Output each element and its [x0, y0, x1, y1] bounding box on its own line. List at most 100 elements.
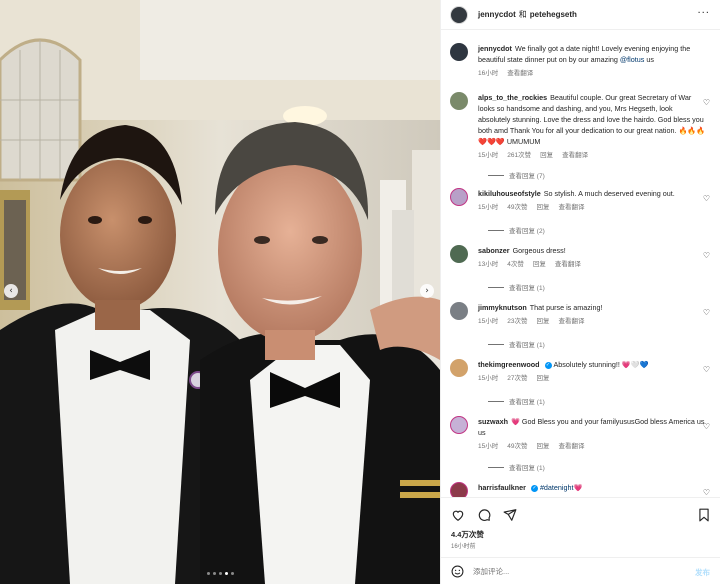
comment-username[interactable]: thekimgreenwood [478, 360, 540, 369]
reply-button[interactable]: 回复 [536, 202, 549, 213]
avatar[interactable] [450, 359, 468, 377]
comment-time: 15小时 [478, 375, 499, 382]
heart-icon[interactable]: ♡ [703, 488, 710, 497]
carousel-dots [207, 572, 234, 575]
comment-text: That purse is amazing! [529, 303, 603, 312]
translate-link[interactable]: 查看翻译 [562, 150, 588, 161]
view-replies-label[interactable]: 查看回复 (7) [509, 170, 545, 180]
comments-list[interactable]: jennycdot We finally got a date night! Lo… [441, 31, 720, 497]
post-side-panel: jennycdot 和 petehegseth ··· jennycdot We fi… [440, 0, 720, 584]
avatar[interactable] [450, 416, 468, 434]
heart-icon[interactable] [451, 508, 465, 522]
photo-image [0, 0, 440, 584]
carousel-dot [231, 572, 234, 575]
avatar[interactable] [450, 482, 468, 497]
post-time: 16小时前 [451, 544, 476, 550]
avatar[interactable] [450, 92, 468, 110]
verified-icon: ✓ [530, 484, 538, 492]
comment-input[interactable] [473, 566, 673, 576]
header-usernames: jennycdot 和 petehegseth [478, 9, 577, 20]
comment-username[interactable]: sabonzer [478, 246, 510, 255]
caption-mention[interactable]: @flotus [620, 55, 644, 64]
caption: jennycdot We finally got a date night! Lo… [450, 43, 712, 79]
heart-icon[interactable]: ♡ [703, 194, 710, 203]
comment-item: kikiluhouseofstyle So stylish. A much des… [450, 188, 712, 213]
comment-likes[interactable]: 261次赞 [507, 150, 531, 161]
carousel-dot [207, 572, 210, 575]
like-count[interactable]: 4.4万次赞 [451, 529, 484, 540]
comment-likes[interactable]: 23次赞 [507, 316, 527, 327]
translate-link[interactable]: 查看翻译 [558, 316, 584, 327]
comment-username[interactable]: suzwaxh [478, 417, 508, 426]
comment-likes[interactable]: 27次赞 [507, 373, 527, 384]
comment-text: 💗 God Bless you and your familyususGod b… [478, 417, 705, 437]
comment-time: 15小时 [478, 204, 499, 211]
post-photo[interactable]: ‹ › [0, 0, 440, 584]
comment-item: jimmyknutson That purse is amazing! 15小时 … [450, 302, 712, 327]
view-replies-label[interactable]: 查看回复 (1) [509, 462, 545, 472]
view-replies[interactable]: 查看回复 (1) [488, 462, 545, 472]
avatar[interactable] [450, 188, 468, 206]
comment-text[interactable]: #datenight💗 [540, 483, 583, 492]
avatar[interactable] [450, 245, 468, 263]
comment-username[interactable]: jimmyknutson [478, 303, 527, 312]
avatar[interactable] [450, 5, 468, 24]
comment-likes[interactable]: 49次赞 [507, 202, 527, 213]
reply-button[interactable]: 回复 [536, 441, 549, 452]
comment-item: suzwaxh 💗 God Bless you and your familyus… [450, 416, 712, 452]
post-button[interactable]: 发布 [695, 567, 710, 578]
comment-username[interactable]: kikiluhouseofstyle [478, 189, 541, 198]
comment-item: sabonzer Gorgeous dress! 13小时 4次赞 回复 查看翻译… [450, 245, 712, 270]
bookmark-icon[interactable] [698, 508, 710, 522]
avatar[interactable] [450, 43, 468, 61]
carousel-dot [219, 572, 222, 575]
reply-button[interactable]: 回复 [536, 316, 549, 327]
comment-username[interactable]: alps_to_the_rockies [478, 93, 547, 102]
header-user2[interactable]: petehegseth [530, 10, 577, 19]
view-replies[interactable]: 查看回复 (1) [488, 396, 545, 406]
heart-icon[interactable]: ♡ [703, 422, 710, 431]
comment-time: 15小时 [478, 318, 499, 325]
heart-icon[interactable]: ♡ [703, 98, 710, 107]
view-replies-label[interactable]: 查看回复 (1) [509, 282, 545, 292]
heart-icon[interactable]: ♡ [703, 365, 710, 374]
view-replies[interactable]: 查看回复 (2) [488, 225, 545, 235]
header-user1[interactable]: jennycdot [478, 10, 516, 19]
view-replies[interactable]: 查看回复 (1) [488, 339, 545, 349]
comment-likes[interactable]: 49次赞 [507, 441, 527, 452]
more-icon[interactable]: ··· [697, 9, 710, 19]
heart-icon[interactable]: ♡ [703, 308, 710, 317]
comment-username[interactable]: harrisfaulkner [478, 483, 526, 492]
comment-item: harrisfaulkner ✓ #datenight💗 ♡ [450, 482, 712, 497]
translate-link[interactable]: 查看翻译 [555, 259, 581, 270]
caption-username[interactable]: jennycdot [478, 44, 512, 53]
translate-link[interactable]: 查看翻译 [558, 202, 584, 213]
emoji-icon[interactable] [451, 565, 464, 578]
view-replies-label[interactable]: 查看回复 (2) [509, 225, 545, 235]
view-replies-label[interactable]: 查看回复 (1) [509, 339, 545, 349]
header-separator: 和 [518, 10, 527, 19]
reply-button[interactable]: 回复 [533, 259, 546, 270]
comment-icon[interactable] [477, 508, 491, 522]
comment-likes[interactable]: 4次赞 [507, 259, 524, 270]
comment-item: thekimgreenwood ✓ Absolutely stunning!! 💗🤍… [450, 359, 712, 384]
comment-time: 15小时 [478, 152, 499, 159]
action-bar: 4.4万次赞 16小时前 [441, 497, 720, 557]
chevron-right-icon[interactable]: › [420, 284, 434, 298]
comment-time: 15小时 [478, 443, 499, 450]
caption-suffix: us [646, 55, 654, 64]
view-replies-label[interactable]: 查看回复 (1) [509, 396, 545, 406]
translate-link[interactable]: 查看翻译 [558, 441, 584, 452]
carousel-dot [213, 572, 216, 575]
share-icon[interactable] [503, 508, 517, 522]
heart-icon[interactable]: ♡ [703, 251, 710, 260]
translate-link[interactable]: 查看翻译 [507, 68, 533, 79]
reply-button[interactable]: 回复 [536, 373, 549, 384]
post-header: jennycdot 和 petehegseth ··· [441, 0, 720, 30]
view-replies[interactable]: 查看回复 (1) [488, 282, 545, 292]
avatar[interactable] [450, 302, 468, 320]
chevron-left-icon[interactable]: ‹ [4, 284, 18, 298]
comment-text: So stylish. A much deserved evening out. [543, 189, 675, 198]
reply-button[interactable]: 回复 [540, 150, 553, 161]
view-replies[interactable]: 查看回复 (7) [488, 170, 545, 180]
